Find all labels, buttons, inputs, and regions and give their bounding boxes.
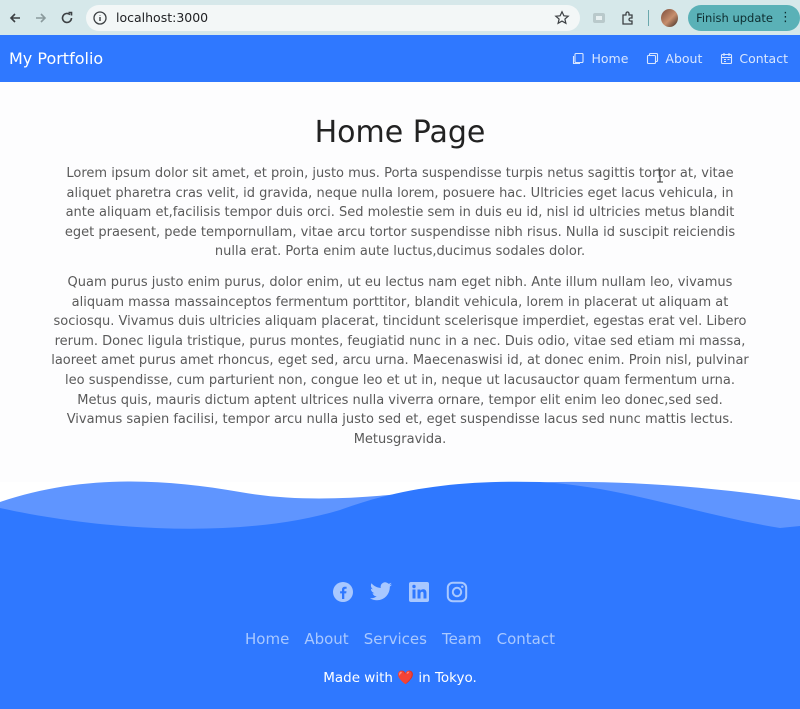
nav-link-about[interactable]: About <box>646 51 702 66</box>
linkedin-icon[interactable] <box>407 580 431 604</box>
twitter-icon[interactable] <box>369 580 393 604</box>
footer-link-team[interactable]: Team <box>442 630 482 648</box>
site-info-icon[interactable] <box>92 10 108 26</box>
reload-icon[interactable] <box>55 6 78 30</box>
nav-link-label: Contact <box>739 51 788 66</box>
heart-icon: ❤️ <box>397 670 415 686</box>
body-paragraph: Quam purus justo enim purus, dolor enim,… <box>51 275 749 447</box>
extension-cast-icon[interactable] <box>590 8 609 28</box>
url-text[interactable]: localhost:3000 <box>116 10 208 25</box>
footer-link-services[interactable]: Services <box>364 630 427 648</box>
page-title: Home Page <box>314 115 486 150</box>
nav-link-contact[interactable]: Contact <box>720 51 788 66</box>
calendar-icon <box>721 53 733 65</box>
forward-icon[interactable] <box>29 6 52 30</box>
browser-toolbar: localhost:3000 Finish update ⋮ <box>0 0 800 35</box>
nav-link-home[interactable]: Home <box>572 51 628 66</box>
page-icon <box>573 52 585 65</box>
footer-link-about[interactable]: About <box>304 630 348 648</box>
extensions-puzzle-icon[interactable] <box>619 8 638 28</box>
social-links <box>0 580 800 604</box>
footer: Home About Services Team Contact Made wi… <box>0 540 800 709</box>
finish-update-label: Finish update <box>696 10 773 25</box>
footer-link-contact[interactable]: Contact <box>497 630 555 648</box>
back-icon[interactable] <box>3 6 26 30</box>
main-content: Home Page Lorem ipsum dolor sit amet, et… <box>0 82 800 482</box>
text-cursor-icon <box>657 169 663 183</box>
profile-avatar[interactable] <box>660 8 679 27</box>
nav-link-label: About <box>665 51 703 66</box>
app-header: My Portfolio Home About Contact <box>0 35 800 82</box>
made-with-prefix: Made with <box>323 670 393 686</box>
nav-link-label: Home <box>591 51 629 66</box>
facebook-icon[interactable] <box>331 580 355 604</box>
address-bar[interactable]: localhost:3000 <box>86 4 580 31</box>
brand-title[interactable]: My Portfolio <box>9 49 103 68</box>
more-menu-icon[interactable]: ⋮ <box>779 11 792 24</box>
finish-update-button[interactable]: Finish update ⋮ <box>688 4 800 31</box>
main-nav: Home About Contact <box>554 35 788 82</box>
toolbar-divider <box>647 9 649 26</box>
made-with-suffix: in Tokyo. <box>418 670 477 686</box>
intro-paragraph: Lorem ipsum dolor sit amet, et proin, ju… <box>64 166 736 260</box>
made-with-text: Made with ❤️ in Tokyo. <box>0 670 800 686</box>
bookmark-star-icon[interactable] <box>553 9 570 26</box>
footer-nav: Home About Services Team Contact <box>0 630 800 648</box>
copy-icon <box>647 52 659 65</box>
footer-link-home[interactable]: Home <box>245 630 289 648</box>
instagram-icon[interactable] <box>445 580 469 604</box>
